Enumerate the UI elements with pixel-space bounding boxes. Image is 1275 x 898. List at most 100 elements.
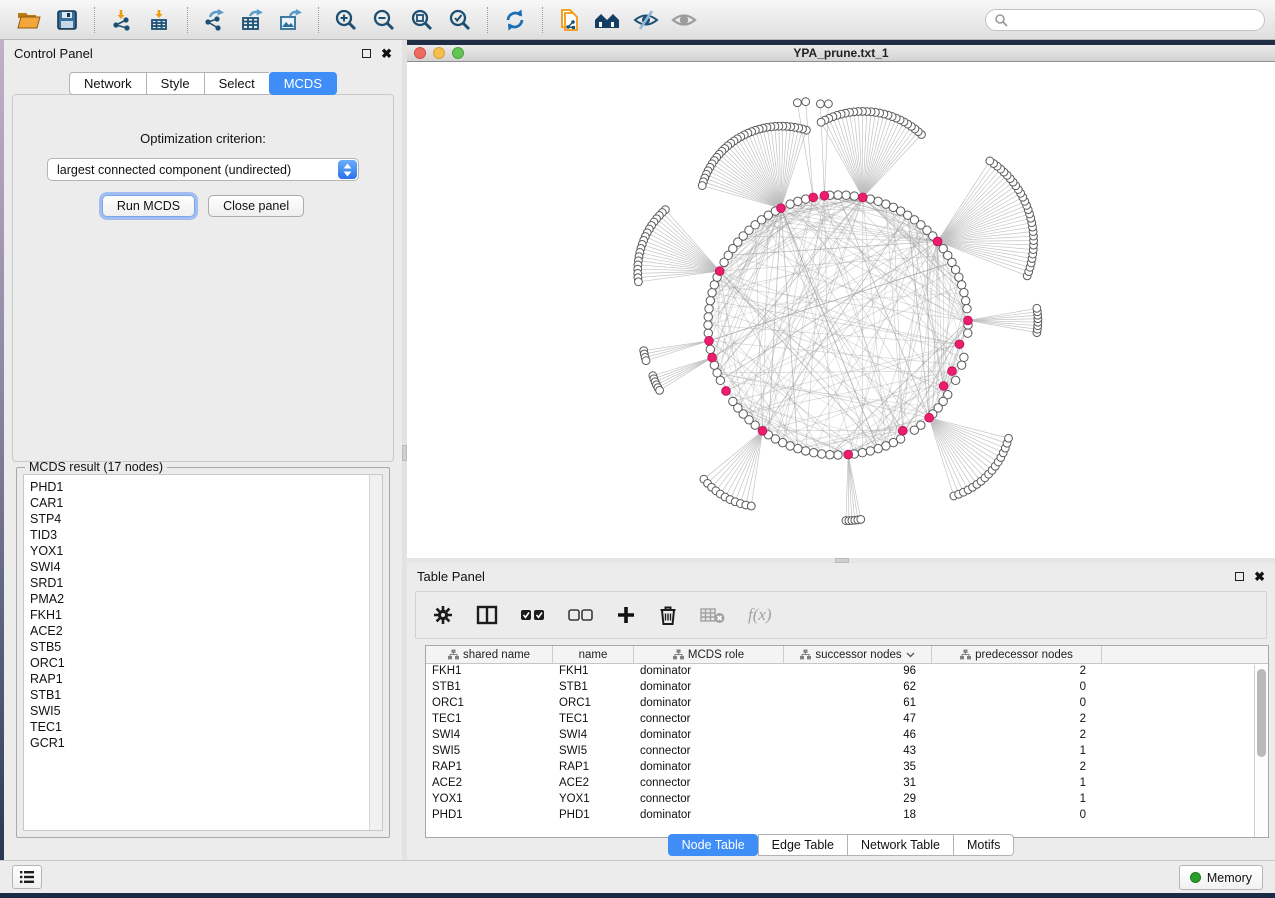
column-header-MCDS-role[interactable]: MCDS role — [634, 646, 784, 663]
task-list-button[interactable] — [12, 865, 42, 889]
table-cell: 35 — [784, 760, 932, 776]
table-cell: STB1 — [426, 680, 553, 696]
table-scrollbar[interactable] — [1254, 665, 1268, 837]
tab-select[interactable]: Select — [204, 72, 269, 95]
show-columns-icon[interactable] — [476, 605, 498, 625]
search-box[interactable] — [985, 9, 1265, 31]
table-row[interactable]: SWI4SWI4dominator462 — [426, 728, 1268, 744]
export-table-icon[interactable] — [234, 3, 272, 37]
hide-network-image-icon[interactable] — [627, 3, 665, 37]
import-table-icon[interactable] — [141, 3, 179, 37]
node-table[interactable]: shared namenameMCDS rolesuccessor nodesp… — [425, 645, 1269, 838]
mcds-result-item[interactable]: CAR1 — [30, 495, 369, 511]
mcds-result-list[interactable]: PHD1CAR1STP4TID3YOX1SWI4SRD1PMA2FKH1ACE2… — [23, 474, 383, 831]
export-network-icon[interactable] — [196, 3, 234, 37]
table-row[interactable]: YOX1YOX1connector291 — [426, 792, 1268, 808]
mcds-result-item[interactable]: STB5 — [30, 639, 369, 655]
zoom-in-icon[interactable] — [327, 3, 365, 37]
mcds-result-item[interactable]: ORC1 — [30, 655, 369, 671]
table-row[interactable]: FKH1FKH1dominator962 — [426, 664, 1268, 680]
delete-column-icon[interactable] — [658, 604, 678, 626]
memory-button[interactable]: Memory — [1179, 865, 1263, 890]
table-cell: SWI4 — [553, 728, 634, 744]
mcds-result-item[interactable]: FKH1 — [30, 607, 369, 623]
float-panel-icon[interactable] — [362, 49, 371, 58]
table-cell: YOX1 — [426, 792, 553, 808]
network-graph — [407, 62, 1275, 558]
mcds-result-title: MCDS result (17 nodes) — [25, 460, 167, 474]
table-row[interactable]: ACE2ACE2connector311 — [426, 776, 1268, 792]
deselect-all-icon[interactable] — [568, 608, 594, 622]
mcds-result-item[interactable]: PHD1 — [30, 479, 369, 495]
table-cell: SWI4 — [426, 728, 553, 744]
network-window-titlebar[interactable]: YPA_prune.txt_1 — [407, 45, 1275, 62]
run-mcds-button[interactable]: Run MCDS — [102, 195, 195, 217]
tab-network-table[interactable]: Network Table — [847, 834, 953, 856]
mcds-result-item[interactable]: TID3 — [30, 527, 369, 543]
table-row[interactable]: PHD1PHD1dominator180 — [426, 808, 1268, 824]
tab-motifs[interactable]: Motifs — [953, 834, 1014, 856]
close-panel-icon[interactable]: ✖ — [381, 49, 392, 58]
application-window: Control Panel ✖ NetworkStyleSelectMCDS O… — [0, 0, 1275, 898]
column-header-shared-name[interactable]: shared name — [426, 646, 553, 663]
tab-edge-table[interactable]: Edge Table — [758, 834, 847, 856]
table-cell: 61 — [784, 696, 932, 712]
mcds-result-item[interactable]: RAP1 — [30, 671, 369, 687]
table-cell: 43 — [784, 744, 932, 760]
table-cell: STB1 — [553, 680, 634, 696]
network-overview-icon[interactable] — [589, 3, 627, 37]
float-table-panel-icon[interactable] — [1235, 572, 1244, 581]
search-input[interactable] — [1008, 13, 1256, 27]
zoom-selected-icon[interactable] — [441, 3, 479, 37]
open-file-icon[interactable] — [10, 3, 48, 37]
table-row[interactable]: ORC1ORC1dominator610 — [426, 696, 1268, 712]
clipboard-network-icon[interactable] — [551, 3, 589, 37]
mcds-result-item[interactable]: GCR1 — [30, 735, 369, 751]
table-row[interactable]: TEC1TEC1connector472 — [426, 712, 1268, 728]
zoom-out-icon[interactable] — [365, 3, 403, 37]
mcds-result-item[interactable]: YOX1 — [30, 543, 369, 559]
tab-mcds[interactable]: MCDS — [269, 72, 337, 95]
settings-gear-icon[interactable] — [432, 604, 454, 626]
table-cell: 2 — [932, 712, 1102, 728]
select-all-icon[interactable] — [520, 608, 546, 622]
table-cell: SWI5 — [553, 744, 634, 760]
mcds-result-item[interactable]: SWI5 — [30, 703, 369, 719]
tab-node-table[interactable]: Node Table — [668, 834, 758, 856]
column-header-successor-nodes[interactable]: successor nodes — [784, 646, 932, 663]
mcds-result-item[interactable]: SRD1 — [30, 575, 369, 591]
zoom-fit-icon[interactable] — [403, 3, 441, 37]
node-table-header: shared namenameMCDS rolesuccessor nodesp… — [426, 646, 1268, 664]
mcds-result-item[interactable]: ACE2 — [30, 623, 369, 639]
table-scrollbar-thumb[interactable] — [1257, 669, 1266, 757]
column-header-name[interactable]: name — [553, 646, 634, 663]
mcds-tab-content: Optimization criterion: largest connecte… — [12, 94, 394, 462]
add-column-icon[interactable] — [616, 605, 636, 625]
export-image-icon[interactable] — [272, 3, 310, 37]
mcds-result-item[interactable]: TEC1 — [30, 719, 369, 735]
table-cell: 0 — [932, 680, 1102, 696]
tab-network[interactable]: Network — [69, 72, 146, 95]
refresh-view-icon[interactable] — [496, 3, 534, 37]
table-row[interactable]: SWI5SWI5connector431 — [426, 744, 1268, 760]
close-panel-button[interactable]: Close panel — [208, 195, 304, 217]
column-header-predecessor-nodes[interactable]: predecessor nodes — [932, 646, 1102, 663]
mcds-result-item[interactable]: PMA2 — [30, 591, 369, 607]
mcds-result-item[interactable]: STP4 — [30, 511, 369, 527]
table-row[interactable]: STB1STB1dominator620 — [426, 680, 1268, 696]
mcds-result-item[interactable]: SWI4 — [30, 559, 369, 575]
tab-style[interactable]: Style — [146, 72, 204, 95]
toolbar-separator — [318, 7, 319, 33]
save-session-icon[interactable] — [48, 3, 86, 37]
table-cell: dominator — [634, 680, 784, 696]
table-row[interactable]: RAP1RAP1dominator352 — [426, 760, 1268, 776]
table-cell: 31 — [784, 776, 932, 792]
destroy-table-icon — [700, 606, 726, 624]
close-table-panel-icon[interactable]: ✖ — [1254, 572, 1265, 581]
mcds-list-scrollbar[interactable] — [369, 475, 382, 830]
network-canvas[interactable] — [407, 62, 1275, 558]
table-cell: 46 — [784, 728, 932, 744]
optimization-criterion-select[interactable]: largest connected component (undirected) — [47, 158, 359, 181]
mcds-result-item[interactable]: STB1 — [30, 687, 369, 703]
import-network-icon[interactable] — [103, 3, 141, 37]
